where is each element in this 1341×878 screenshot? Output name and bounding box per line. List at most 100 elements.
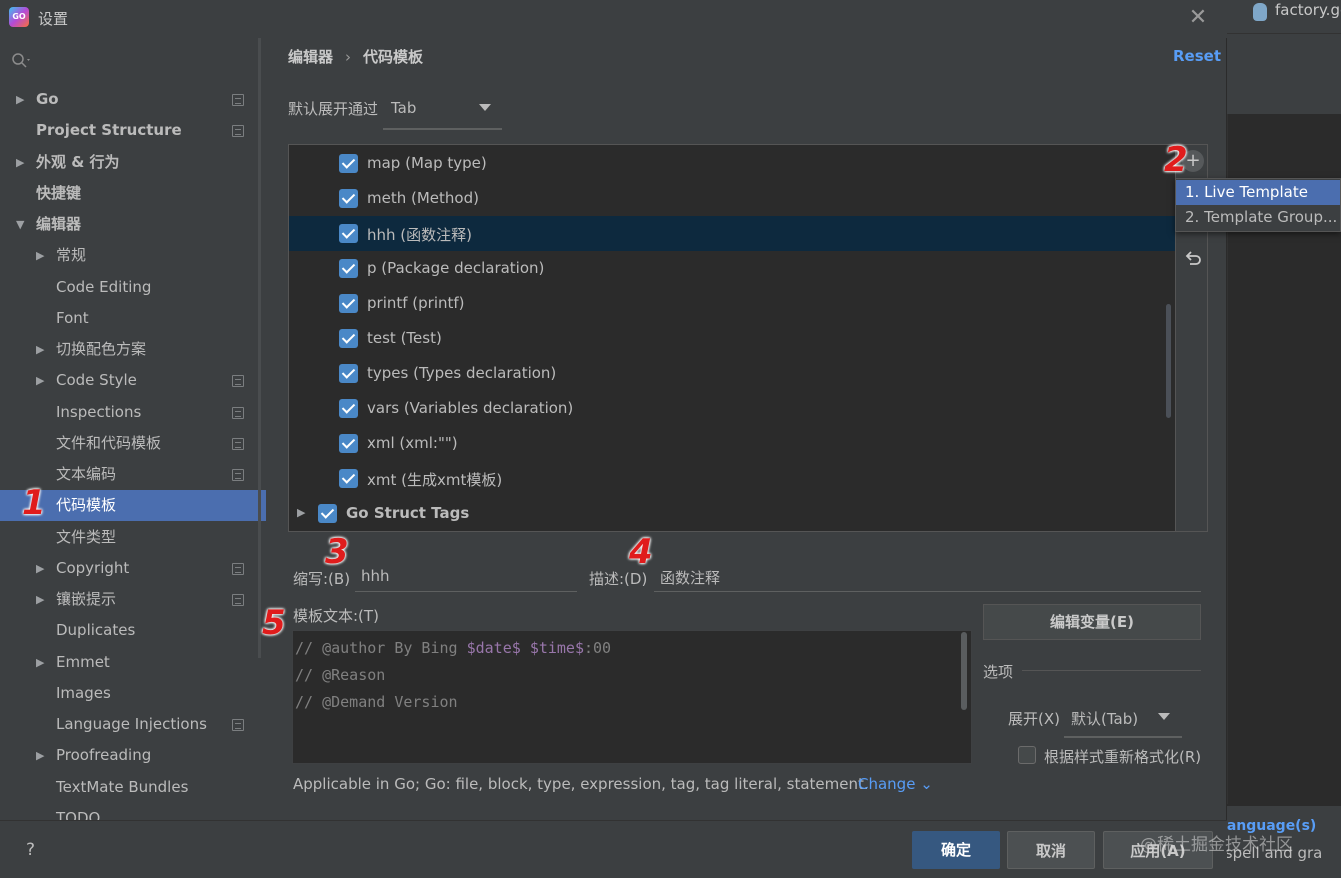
chevron-down-icon[interactable]: ▼ <box>16 209 24 240</box>
template-checkbox[interactable] <box>339 329 358 348</box>
template-row[interactable]: types (Types declaration) <box>289 356 1175 391</box>
template-text-editor[interactable]: // @author By Bing $date$ $time$:00 // @… <box>292 630 972 764</box>
project-scope-icon <box>232 125 244 138</box>
background-editor-tab[interactable]: factory.go <box>1227 0 1341 34</box>
sidebar-item[interactable]: 文件和代码模板 <box>0 428 266 459</box>
template-checkbox[interactable] <box>339 224 358 243</box>
reset-link[interactable]: Reset <box>1173 47 1221 65</box>
default-expand-label: 默认展开通过 <box>288 100 379 118</box>
sidebar-item[interactable]: ▶ 外观 & 行为 <box>0 147 266 178</box>
template-row[interactable]: hhh (函数注释) <box>289 216 1175 251</box>
template-list-scrollbar[interactable] <box>1166 304 1171 418</box>
change-contexts-link[interactable]: Change ⌄ <box>858 775 933 793</box>
expand-select[interactable]: 默认(Tab) <box>1064 702 1182 738</box>
chevron-right-icon[interactable]: ▶ <box>36 240 44 271</box>
sidebar-item[interactable]: ▶ 常规 <box>0 240 266 271</box>
applicable-contexts-text: Applicable in Go; Go: file, block, type,… <box>293 775 869 793</box>
template-checkbox[interactable] <box>339 399 358 418</box>
sidebar-item[interactable]: Project Structure <box>0 115 266 146</box>
template-group-row[interactable]: ▶ Go Struct Tags <box>289 496 1175 531</box>
template-row[interactable]: vars (Variables declaration) <box>289 391 1175 426</box>
background-toolbar <box>1227 34 1341 114</box>
chevron-right-icon[interactable]: ▶ <box>16 147 24 178</box>
default-expand-select[interactable]: Tab <box>383 94 502 130</box>
breadcrumb-parent[interactable]: 编辑器 <box>288 48 333 66</box>
sidebar-item[interactable]: Code Editing <box>0 272 266 303</box>
help-icon[interactable]: ? <box>26 840 35 860</box>
breadcrumb-current: 代码模板 <box>363 48 424 66</box>
sidebar-item[interactable]: Images <box>0 678 266 709</box>
chevron-right-icon[interactable]: ▶ <box>36 553 44 584</box>
template-row[interactable]: meth (Method) <box>289 181 1175 216</box>
breadcrumb-separator: › <box>345 48 352 66</box>
template-checkbox[interactable] <box>318 504 337 523</box>
sidebar-item[interactable]: Duplicates <box>0 615 266 646</box>
sidebar-item-label: 外观 & 行为 <box>36 152 120 171</box>
dialog-title-bar[interactable] <box>0 0 1227 38</box>
undo-icon[interactable] <box>1182 248 1204 270</box>
cancel-button[interactable]: 取消 <box>1007 831 1095 869</box>
project-scope-icon <box>232 375 244 388</box>
project-scope-icon <box>232 94 244 106</box>
template-label: xml (xml:"") <box>367 434 458 452</box>
edit-variables-button[interactable]: 编辑变量(E) <box>983 604 1201 640</box>
chevron-down-icon <box>479 104 491 111</box>
sidebar-item[interactable]: Language Injections <box>0 709 266 740</box>
sidebar-item[interactable]: ▶ Proofreading <box>0 740 266 771</box>
search-icon[interactable] <box>11 52 33 70</box>
description-input[interactable]: 函数注释 <box>654 562 1201 592</box>
ok-button[interactable]: 确定 <box>912 831 1000 869</box>
template-checkbox[interactable] <box>339 189 358 208</box>
code-line: // @Reason <box>295 666 386 684</box>
chevron-right-icon[interactable]: ▶ <box>36 740 44 771</box>
sidebar-item[interactable]: Inspections <box>0 397 266 428</box>
sidebar-item[interactable]: ▶ Emmet <box>0 647 266 678</box>
close-icon[interactable]: ✕ <box>1186 6 1210 30</box>
sidebar-item-label: Proofreading <box>56 746 152 765</box>
template-row[interactable]: p (Package declaration) <box>289 251 1175 286</box>
template-row[interactable]: xml (xml:"") <box>289 426 1175 461</box>
sidebar-item-label: 编辑器 <box>36 215 82 233</box>
sidebar-item[interactable]: ▶ 镶嵌提示 <box>0 584 266 615</box>
sidebar-item[interactable]: ▶ Copyright <box>0 553 266 584</box>
sidebar-item[interactable]: ▶ Go <box>0 84 266 115</box>
project-scope-icon <box>232 562 244 575</box>
sidebar-item[interactable]: ▶ 切换配色方案 <box>0 334 266 365</box>
sidebar-item[interactable]: TODO <box>0 803 266 820</box>
abbreviation-input[interactable]: hhh <box>355 562 577 592</box>
template-row[interactable]: test (Test) <box>289 321 1175 356</box>
sidebar-scrollbar[interactable] <box>258 38 261 658</box>
chevron-right-icon[interactable]: ▶ <box>297 506 305 519</box>
chevron-right-icon[interactable]: ▶ <box>36 334 44 365</box>
reformat-checkbox[interactable] <box>1018 746 1036 764</box>
template-row[interactable]: printf (printf) <box>289 286 1175 321</box>
template-checkbox[interactable] <box>339 364 358 383</box>
sidebar-item[interactable]: 文件类型 <box>0 522 266 553</box>
template-checkbox[interactable] <box>339 294 358 313</box>
chevron-right-icon[interactable]: ▶ <box>16 84 24 115</box>
popup-item-template-group[interactable]: 2. Template Group... <box>1176 205 1340 230</box>
add-popup-menu: 1. Live Template 2. Template Group... <box>1175 178 1341 232</box>
template-checkbox[interactable] <box>339 259 358 278</box>
template-label: Go Struct Tags <box>346 504 470 522</box>
chevron-right-icon[interactable]: ▶ <box>36 365 44 396</box>
chevron-right-icon[interactable]: ▶ <box>36 584 44 615</box>
sidebar-item[interactable]: ▶ Code Style <box>0 365 266 396</box>
sidebar-item[interactable]: TextMate Bundles <box>0 772 266 803</box>
sidebar-item-label: Duplicates <box>56 621 136 640</box>
template-row[interactable]: xmt (生成xmt模板) <box>289 461 1175 496</box>
chevron-right-icon[interactable]: ▶ <box>36 647 44 678</box>
callout-1: 1 <box>22 483 46 523</box>
popup-item-live-template[interactable]: 1. Live Template <box>1176 180 1340 205</box>
sidebar-item-label: 代码模板 <box>56 496 117 515</box>
project-scope-icon <box>232 719 244 731</box>
sidebar-item[interactable]: 快捷键 <box>0 178 266 209</box>
template-checkbox[interactable] <box>339 469 358 488</box>
template-checkbox[interactable] <box>339 154 358 173</box>
template-text-scrollbar[interactable] <box>961 632 967 710</box>
sidebar-item[interactable]: ▼ 编辑器 <box>0 209 266 240</box>
template-row[interactable]: map (Map type) <box>289 146 1175 181</box>
sidebar-item-label: 镶嵌提示 <box>56 590 117 608</box>
template-checkbox[interactable] <box>339 434 358 453</box>
sidebar-item[interactable]: Font <box>0 303 266 334</box>
